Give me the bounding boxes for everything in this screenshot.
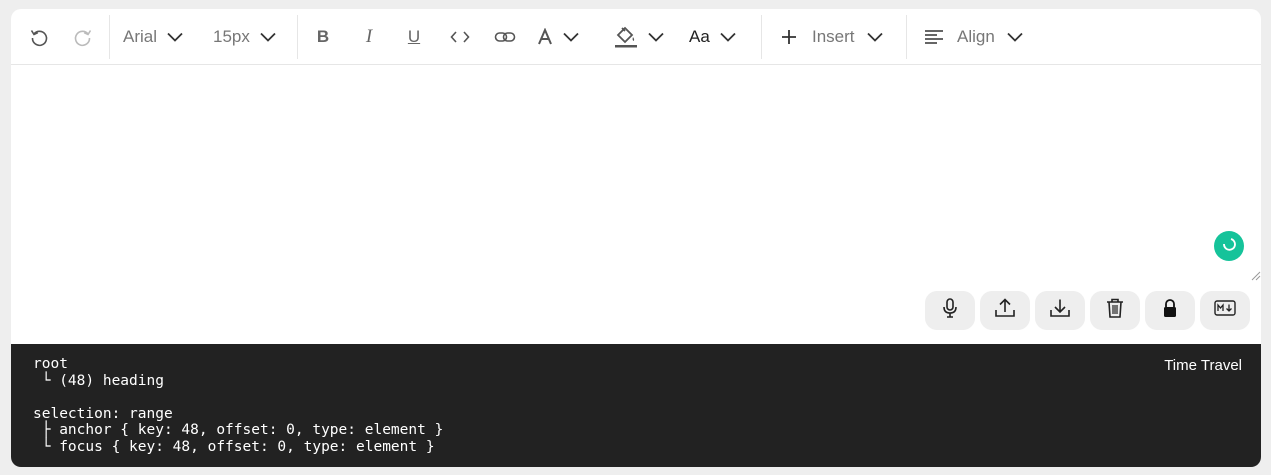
speech-to-text-button[interactable] <box>925 291 975 330</box>
font-size-dropdown[interactable]: 15px <box>213 21 283 53</box>
align-dropdown[interactable]: Align <box>924 21 1034 53</box>
text-color-dropdown[interactable] <box>537 21 595 53</box>
debug-tree-view: root └ (48) heading selection: range ├ a… <box>11 344 1261 467</box>
bold-button[interactable]: B <box>309 21 337 53</box>
trash-icon <box>1106 298 1124 323</box>
import-button[interactable] <box>980 291 1030 330</box>
editor-shell: Arial 15px B I U Aa Insert Align root └ … <box>11 9 1261 467</box>
download-icon <box>1049 298 1071 323</box>
text-case-label: Aa <box>689 27 710 46</box>
align-left-icon <box>924 29 944 45</box>
toolbar-divider <box>761 15 762 59</box>
chevron-down-icon <box>563 32 579 42</box>
insert-label: Insert <box>812 27 855 46</box>
lock-button[interactable] <box>1145 291 1195 330</box>
text-color-icon <box>537 28 553 46</box>
resize-handle[interactable] <box>1251 268 1261 281</box>
undo-button[interactable] <box>23 21 55 53</box>
align-label: Align <box>957 27 995 46</box>
chevron-down-icon <box>1007 32 1023 42</box>
export-button[interactable] <box>1035 291 1085 330</box>
insert-dropdown[interactable]: Insert <box>781 21 891 53</box>
chevron-down-icon <box>260 32 276 42</box>
redo-icon <box>73 27 93 47</box>
underline-icon: U <box>407 27 421 46</box>
clear-button[interactable] <box>1090 291 1140 330</box>
chevron-down-icon <box>720 32 736 42</box>
toolbar-divider <box>906 15 907 59</box>
markdown-icon <box>1214 300 1236 321</box>
redo-button[interactable] <box>67 21 99 53</box>
grammarly-icon <box>1221 236 1237 257</box>
text-case-dropdown[interactable]: Aa <box>689 21 747 53</box>
microphone-icon <box>941 298 959 323</box>
time-travel-button[interactable]: Time Travel <box>1164 357 1242 374</box>
markdown-toggle-button[interactable] <box>1200 291 1250 330</box>
underline-button[interactable]: U <box>400 21 428 53</box>
bold-icon: B <box>316 27 330 46</box>
italic-icon: I <box>365 26 373 47</box>
code-icon <box>450 30 470 44</box>
font-size-value: 15px <box>213 27 250 46</box>
chevron-down-icon <box>866 32 883 42</box>
chevron-down-icon <box>167 32 183 42</box>
toolbar: Arial 15px B I U Aa Insert Align <box>11 9 1261 65</box>
chevron-down-icon <box>648 32 664 42</box>
code-button[interactable] <box>446 21 474 53</box>
toolbar-divider <box>109 15 110 59</box>
paint-bucket-icon <box>614 25 638 49</box>
link-button[interactable] <box>491 21 519 53</box>
grammarly-button[interactable] <box>1214 231 1244 261</box>
font-family-value: Arial <box>123 27 158 46</box>
font-family-dropdown[interactable]: Arial <box>123 21 193 53</box>
upload-icon <box>994 298 1016 323</box>
tree-view-output: root └ (48) heading selection: range ├ a… <box>33 356 444 455</box>
link-icon <box>494 30 516 44</box>
lock-icon <box>1162 298 1178 323</box>
plus-icon <box>781 29 797 45</box>
undo-icon <box>29 27 49 47</box>
toolbar-divider <box>297 15 298 59</box>
background-color-dropdown[interactable] <box>614 21 672 53</box>
italic-button[interactable]: I <box>355 21 383 53</box>
